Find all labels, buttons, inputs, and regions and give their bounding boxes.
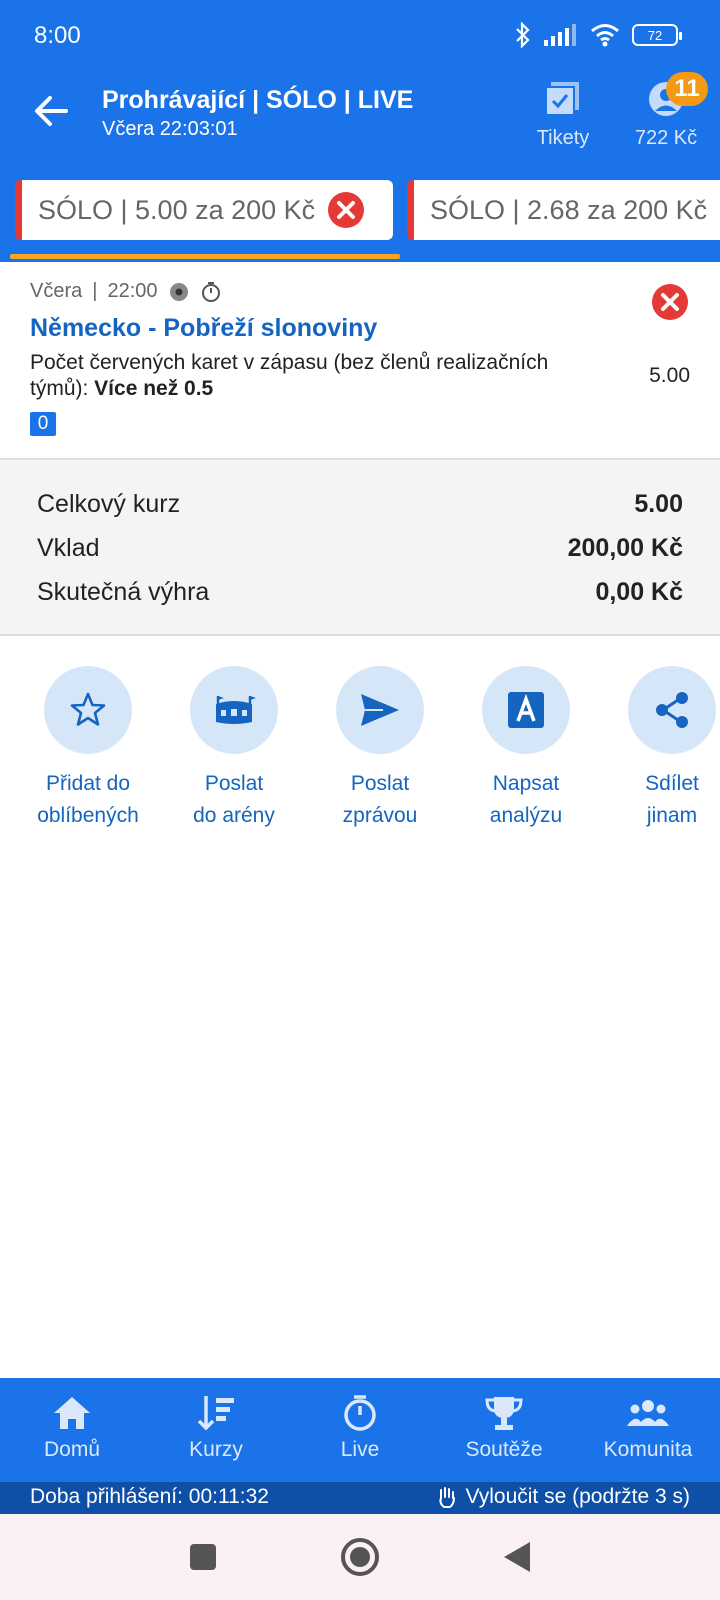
wifi-icon — [591, 24, 619, 47]
bottom-navigation: Domů Kurzy Live Soutěže Komunita — [0, 1378, 720, 1482]
back-system-button[interactable] — [494, 1534, 540, 1580]
top-bar: 8:00 72 Prohrávající | SÓLO | LIVE Včera… — [0, 0, 720, 262]
nav-community[interactable]: Komunita — [576, 1378, 720, 1482]
star-icon — [70, 692, 106, 726]
notification-badge: 11 — [666, 72, 708, 106]
lost-status-icon — [652, 284, 688, 320]
nav-home[interactable]: Domů — [0, 1378, 144, 1482]
balance-label: 722 Kč — [634, 127, 698, 149]
signal-icon — [544, 24, 576, 46]
ticket-summary: Celkový kurz 5.00 Vklad 200,00 Kč Skuteč… — [0, 460, 720, 636]
status-icons: 72 — [514, 22, 682, 48]
circle-home-icon — [341, 1538, 379, 1576]
event-badge: 0 — [30, 412, 56, 436]
soccer-ball-icon — [169, 282, 188, 301]
hand-icon — [438, 1487, 455, 1508]
analysis-icon — [508, 692, 544, 728]
community-icon — [627, 1400, 669, 1426]
tickets-icon — [545, 82, 579, 116]
status-bar: 8:00 72 — [0, 0, 720, 72]
total-odds-row: Celkový kurz 5.00 — [37, 490, 683, 518]
selection: Více než 0.5 — [94, 377, 214, 400]
write-analysis-button[interactable]: Napsat analýzu — [461, 666, 591, 832]
odds-icon — [197, 1396, 234, 1431]
arena-icon — [216, 696, 256, 724]
tab-label: SÓLO | 2.68 za 200 Kč — [430, 194, 708, 225]
page-subtitle: Včera 22:03:01 — [102, 118, 238, 140]
nav-competitions[interactable]: Soutěže — [432, 1378, 576, 1482]
send-icon — [361, 694, 399, 726]
tab-label: SÓLO | 5.00 za 200 Kč — [38, 194, 316, 225]
stake-row: Vklad 200,00 Kč — [37, 534, 683, 562]
system-navigation — [0, 1514, 720, 1600]
tickets-button[interactable]: Tikety — [532, 80, 594, 150]
header: Prohrávající | SÓLO | LIVE Včera 22:03:0… — [0, 72, 720, 160]
send-message-button[interactable]: Poslat zprávou — [315, 666, 445, 832]
recent-apps-button[interactable] — [180, 1534, 226, 1580]
trophy-icon — [485, 1397, 523, 1430]
tab-indicator — [10, 254, 400, 259]
session-bar: Doba přihlášení: 00:11:32 Vyloučit se (p… — [0, 1482, 720, 1514]
status-time: 8:00 — [34, 22, 81, 49]
page-title: Prohrávající | SÓLO | LIVE — [102, 86, 414, 114]
send-to-arena-button[interactable]: Poslat do arény — [169, 666, 299, 832]
back-arrow-icon[interactable] — [30, 90, 72, 132]
battery-indicator: 72 — [632, 24, 682, 46]
win-row: Skutečná výhra 0,00 Kč — [37, 578, 683, 606]
home-icon — [54, 1397, 90, 1429]
login-duration: Doba přihlášení: 00:11:32 — [30, 1485, 269, 1508]
ticket-tabs: SÓLO | 5.00 za 200 Kč SÓLO | 2.68 za 200… — [0, 178, 720, 262]
tab-ticket-1[interactable]: SÓLO | 5.00 za 200 Kč — [15, 180, 393, 240]
event-card: Včera | 22:00 Německo - Pobřeží slonovin… — [0, 262, 720, 460]
stake-value: 200,00 Kč — [567, 534, 683, 562]
market-description: Počet červených karet v zápasu (bez člen… — [30, 351, 549, 400]
self-exclude-button[interactable]: Vyloučit se (podržte 3 s) — [436, 1485, 690, 1509]
action-bar: Přidat do oblíbených Poslat do arény Posla… — [0, 666, 720, 836]
event-day: Včera — [30, 280, 83, 302]
stopwatch-icon — [344, 1395, 376, 1431]
share-button[interactable]: Sdílet jinam — [607, 666, 720, 832]
selection-odd: 5.00 — [649, 364, 690, 387]
event-time: 22:00 — [107, 280, 158, 302]
triangle-back-icon — [504, 1542, 530, 1572]
close-icon[interactable] — [327, 191, 365, 229]
share-icon — [656, 692, 688, 728]
tab-ticket-2[interactable]: SÓLO | 2.68 za 200 Kč — [407, 180, 720, 240]
tickets-label: Tikety — [536, 127, 590, 149]
square-icon — [190, 1544, 216, 1570]
account-button[interactable]: 11 722 Kč — [626, 72, 708, 150]
bluetooth-icon — [516, 22, 530, 48]
nav-live[interactable]: Live — [288, 1378, 432, 1482]
nav-odds[interactable]: Kurzy — [144, 1378, 288, 1482]
total-odds-value: 5.00 — [634, 490, 683, 518]
stopwatch-icon — [201, 281, 220, 302]
home-system-button[interactable] — [337, 1534, 383, 1580]
event-meta: Včera | 22:00 — [30, 280, 222, 303]
match-name[interactable]: Německo - Pobřeží slonoviny — [30, 314, 377, 343]
add-to-favorites-button[interactable]: Přidat do oblíbených — [23, 666, 153, 832]
win-value: 0,00 Kč — [595, 578, 683, 606]
